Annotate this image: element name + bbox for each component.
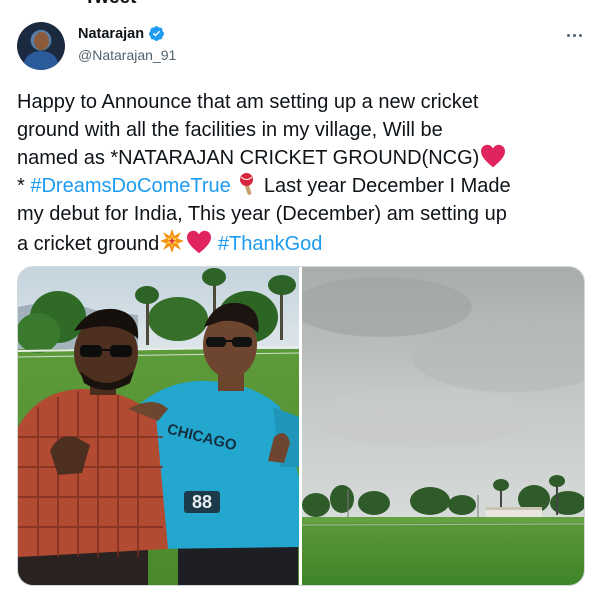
author-name[interactable]: Natarajan — [78, 26, 144, 42]
shirt-number: 88 — [192, 492, 212, 512]
hashtag-dreamsdocometrue[interactable]: #DreamsDoComeTrue — [30, 175, 230, 197]
hashtag-thankgod[interactable]: #ThankGod — [218, 233, 323, 255]
red-heart-icon — [187, 230, 212, 254]
more-options-button[interactable] — [563, 28, 585, 42]
tweet-line-1: Happy to Announce that am setting up a n… — [17, 91, 479, 113]
tweet-text: Happy to Announce that am setting up a n… — [17, 88, 577, 258]
cricket-ground-photo[interactable] — [302, 267, 584, 585]
two-men-photo[interactable]: 88 CHICAGO — [18, 267, 299, 585]
media-grid: 88 CHICAGO — [17, 266, 585, 586]
tweet-line-3: named as *NATARAJAN CRICKET GROUND(NCG) — [17, 144, 577, 172]
red-heart-icon — [481, 144, 506, 168]
avatar[interactable] — [17, 22, 65, 70]
tweet-line-4: * #DreamsDoComeTrue Last year December I… — [17, 172, 577, 200]
collision-icon — [160, 229, 185, 253]
author-name-row[interactable]: Natarajan — [78, 25, 165, 42]
tweet-line-2: ground with all the facilities in my vil… — [17, 119, 443, 141]
verified-badge-icon — [149, 26, 165, 41]
ellipsis-icon — [566, 33, 570, 37]
tweet-line-6: a cricket ground #ThankGod — [17, 228, 577, 258]
tweet-line-5: my debut for India, This year (December)… — [17, 203, 507, 225]
author-handle[interactable]: @Natarajan_91 — [78, 47, 176, 63]
clipped-page-title: Tweet — [0, 0, 600, 8]
cricket-bat-ball-icon — [240, 173, 254, 195]
